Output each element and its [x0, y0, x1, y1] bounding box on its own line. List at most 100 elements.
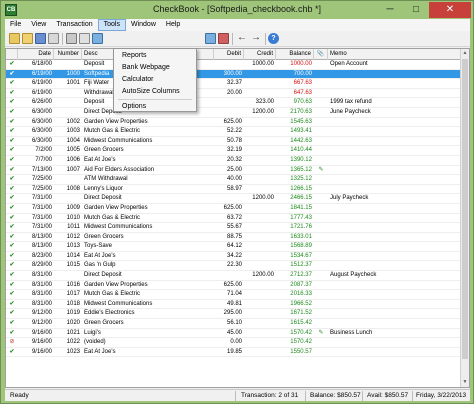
table-row[interactable]: ✔ 6/30/00 1003 Mutch Gas & Electric 52.22 149… [6, 127, 469, 137]
row-date: 8/31/00 [31, 281, 52, 288]
row-debit: 63.72 [226, 214, 242, 221]
row-description: Midwest Communications [84, 224, 153, 231]
table-row[interactable]: ✔ 8/23/00 1014 Eat At Joe's 34.22 1534.67 [6, 252, 469, 262]
menu-view[interactable]: View [26, 19, 51, 31]
table-row[interactable]: ✔ 7/7/00 1006 Eat At Joe's 20.32 1390.12 [6, 156, 469, 166]
table-row[interactable]: ✔ 7/2/00 1005 Green Grocers 32.19 1410.44 [6, 146, 469, 156]
table-row[interactable]: ✔ 9/16/00 1021 Luigi's 45.00 1570.42 ✎ Business… [6, 329, 469, 339]
menu-transaction[interactable]: Transaction [51, 19, 97, 31]
table-row[interactable]: ✔ 9/16/00 1023 Eat At Joe's 19.85 1550.57 [6, 348, 469, 358]
table-row[interactable]: ✔ 7/31/00 Direct Deposit 1200.00 2466.15 July… [6, 194, 469, 204]
menu-help[interactable]: Help [161, 19, 185, 31]
back-arrow-icon[interactable]: ← [236, 32, 248, 45]
help-icon[interactable]: ? [268, 33, 279, 44]
transaction-icon[interactable] [92, 33, 103, 44]
col-number[interactable]: Number [54, 49, 82, 60]
row-number: 1004 [66, 137, 80, 144]
menu-autosize-columns[interactable]: AutoSize Columns [114, 86, 196, 98]
table-row[interactable]: ✔ 6/26/00 Deposit 323.00 970.63 1999 tax refu… [6, 98, 469, 108]
save-icon[interactable] [35, 33, 46, 44]
row-number: 1002 [66, 118, 80, 125]
close-button[interactable]: ✕ [429, 2, 471, 18]
col-debit[interactable]: Debit [214, 49, 244, 60]
table-row[interactable]: ✔ 7/25/00 1008 Lenny's Liquor 58.97 1266.15 [6, 185, 469, 195]
table-row[interactable]: ✔ 6/30/00 1002 Garden View Properties 625.00… [6, 118, 469, 128]
status-icon: ✔ [9, 89, 15, 96]
table-row[interactable]: ✔ 6/19/00 1000 Softpedia 300.00 700.00 [6, 69, 469, 80]
col-date[interactable]: Date [18, 49, 54, 60]
row-debit: 625.00 [223, 281, 242, 288]
attachment-icon [314, 261, 328, 270]
table-row[interactable]: ✔ 9/12/00 1019 Eddie's Electronics 295.00 167… [6, 309, 469, 320]
table-row[interactable]: ✔ 7/13/00 1007 Aid For Elders Association 25… [6, 166, 469, 176]
table-row[interactable]: ✔ 7/31/00 1010 Mutch Gas & Electric 63.72 177… [6, 214, 469, 224]
maximize-button[interactable]: □ [403, 2, 429, 18]
row-memo: Open Account [330, 61, 368, 67]
row-balance: 1325.12 [290, 176, 312, 183]
forward-arrow-icon[interactable]: → [250, 32, 262, 45]
col-memo[interactable]: Memo [328, 49, 462, 60]
vertical-scrollbar[interactable]: ▲ ▼ [460, 49, 469, 387]
scroll-up-icon[interactable]: ▲ [461, 49, 469, 58]
row-debit: 295.00 [223, 310, 242, 317]
status-icon: ✔ [9, 137, 15, 144]
register-icon[interactable] [205, 33, 216, 44]
col-credit[interactable]: Credit [244, 49, 276, 60]
table-row[interactable]: ✔ 7/31/00 1009 Garden View Properties 625.00… [6, 204, 469, 214]
col-balance[interactable]: Balance [276, 49, 314, 60]
title-bar[interactable]: CB CheckBook - [Softpedia_checkbook.chb … [1, 1, 473, 19]
delete-icon[interactable] [218, 33, 229, 44]
row-number: 1022 [66, 339, 80, 346]
menu-window[interactable]: Window [126, 19, 161, 31]
row-number [54, 60, 82, 69]
table-row[interactable]: ✔ 6/19/00 Withdrawal 20.00 647.63 [6, 89, 469, 99]
minimize-button[interactable]: ─ [377, 2, 403, 18]
close-file-icon[interactable] [48, 33, 59, 44]
table-row[interactable]: ✔ 7/31/00 1011 Midwest Communications 55.67 1… [6, 223, 469, 233]
row-credit: 1000.00 [252, 61, 274, 67]
status-icon: ✔ [9, 329, 15, 336]
table-row[interactable]: ✔ 6/30/00 Direct Deposit 1200.00 2170.63 June… [6, 108, 469, 118]
table-row[interactable]: ✔ 8/13/00 1013 Toys-Save 64.12 1568.89 [6, 242, 469, 252]
menu-reports[interactable]: Reports [114, 50, 196, 62]
col-status[interactable] [6, 49, 18, 60]
table-row[interactable]: ✔ 6/18/00 Deposit 1000.00 1000.00 Open Accoun… [6, 60, 469, 70]
table-row[interactable]: ✔ 8/13/00 1012 Green Grocers 88.75 1633.01 [6, 233, 469, 243]
row-credit: 323.00 [255, 99, 274, 106]
row-debit: 625.00 [223, 118, 242, 125]
row-balance: 1570.42 [290, 329, 312, 336]
table-row[interactable]: ✔ 7/25/00 ATM Withdrawal 40.00 1325.12 [6, 175, 469, 185]
menu-bar: File View Transaction Tools Window Help [5, 19, 470, 31]
status-divider [362, 391, 363, 401]
table-row[interactable]: ✔ 8/31/00 1016 Garden View Properties 625.00… [6, 281, 469, 291]
row-balance: 1966.52 [290, 300, 312, 307]
row-memo [328, 348, 462, 357]
table-row[interactable]: ✔ 8/31/00 1018 Midwest Communications 49.81 1… [6, 300, 469, 310]
scroll-down-icon[interactable]: ▼ [461, 378, 469, 387]
table-row[interactable]: ✔ 6/19/00 1001 Fiji Water 32.37 667.63 [6, 79, 469, 89]
col-attachment[interactable]: 📎 [314, 49, 328, 60]
status-icon: ✔ [9, 195, 15, 202]
row-date: 8/31/00 [31, 291, 52, 298]
open-folder-icon[interactable] [22, 33, 33, 44]
table-row[interactable]: ✔ 9/12/00 1020 Green Grocers 56.10 1615.42 [6, 319, 469, 329]
attachment-icon [314, 300, 328, 309]
table-row[interactable]: ✔ 8/31/00 1017 Mutch Gas & Electric 71.04 201… [6, 290, 469, 300]
table-row[interactable]: ✔ 8/29/00 1015 Gas 'n Gulp 22.30 1512.37 [6, 261, 469, 272]
row-number: 1017 [66, 291, 80, 298]
menu-calculator[interactable]: Calculator [114, 74, 196, 86]
row-date: 7/31/00 [31, 195, 52, 202]
menu-options[interactable]: Options [114, 101, 196, 113]
menu-tools[interactable]: Tools [97, 19, 126, 31]
table-row[interactable]: ✔ 8/31/00 Direct Deposit 1200.00 2712.37 Augu… [6, 271, 469, 281]
table-row[interactable]: ✔ 6/30/00 1004 Midwest Communications 50.78 1… [6, 137, 469, 147]
menu-file[interactable]: File [5, 19, 26, 31]
scroll-thumb[interactable] [462, 59, 468, 359]
print-preview-icon[interactable] [79, 33, 90, 44]
attachment-icon [314, 185, 328, 194]
new-file-icon[interactable] [9, 33, 20, 44]
table-row[interactable]: ⊘ 9/16/00 1022 (voided) 0.00 1570.42 [6, 338, 469, 348]
print-icon[interactable] [66, 33, 77, 44]
menu-bank-webpage[interactable]: Bank Webpage [114, 62, 196, 74]
row-description: Mutch Gas & Electric [84, 214, 141, 221]
